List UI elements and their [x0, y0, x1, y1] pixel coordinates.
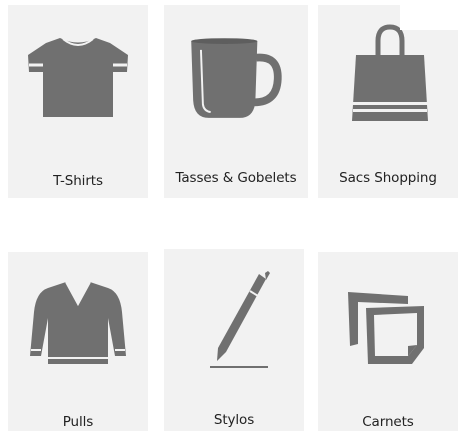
category-label: Pulls: [62, 414, 94, 430]
tshirt-icon: [8, 5, 148, 155]
category-card-tshirts[interactable]: T-Shirts: [8, 5, 148, 198]
mug-icon: [164, 5, 304, 155]
category-card-carnets[interactable]: Carnets: [318, 252, 458, 431]
category-card-shopping-bags[interactable]: Sacs Shopping: [318, 5, 458, 198]
pen-icon: [164, 249, 304, 399]
notepad-icon: [318, 252, 458, 402]
category-card-pulls[interactable]: Pulls: [8, 252, 148, 431]
category-label: T-Shirts: [53, 173, 103, 189]
category-label: Tasses & Gobelets: [175, 170, 297, 186]
category-label: Stylos: [213, 412, 255, 428]
category-card-mugs[interactable]: Tasses & Gobelets: [164, 5, 308, 198]
sweater-icon: [8, 252, 148, 402]
category-card-stylos[interactable]: Stylos: [164, 249, 304, 431]
corner-background: [400, 0, 460, 30]
category-label: Sacs Shopping: [339, 170, 437, 186]
category-label: Carnets: [362, 414, 414, 430]
